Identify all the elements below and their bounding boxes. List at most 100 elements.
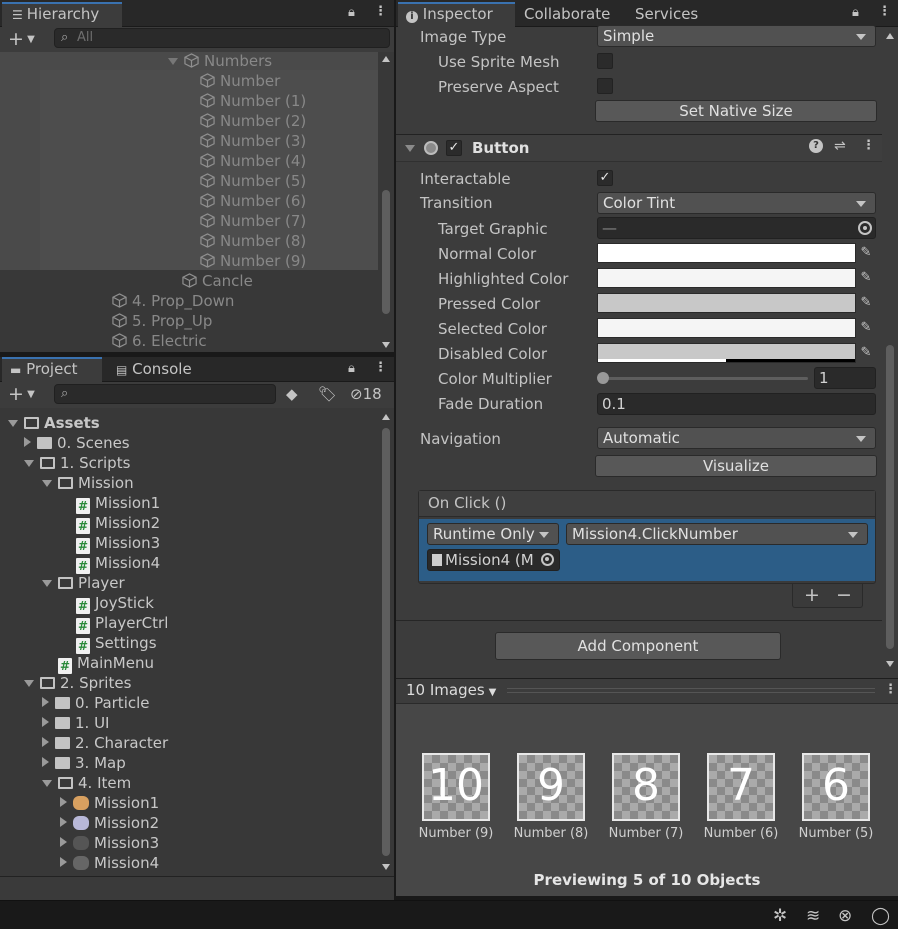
project-search-input[interactable] (54, 384, 276, 404)
eyedropper-icon[interactable]: ✎ (856, 268, 876, 288)
tab-collaborate[interactable]: Collaborate (516, 2, 618, 27)
folder-item[interactable]: 3. Map (42, 753, 126, 773)
expand-arrow-icon[interactable] (8, 420, 18, 427)
preview-thumbnail[interactable]: 9 (517, 753, 585, 821)
script-asset[interactable]: # JoyStick (76, 593, 154, 614)
preview-thumbnail[interactable]: 10 (422, 753, 490, 821)
selected-color-field[interactable] (597, 318, 856, 338)
collapsed-arrow-icon[interactable] (60, 797, 67, 807)
sprite-asset[interactable]: Mission2 (60, 813, 159, 833)
button-enabled-checkbox[interactable]: ✓ (446, 140, 462, 156)
folder-item[interactable]: 1. Scripts (24, 453, 130, 473)
transition-dropdown[interactable]: Color Tint (597, 192, 876, 214)
add-create-button[interactable]: + ▼ (8, 28, 35, 50)
collapsed-arrow-icon[interactable] (42, 737, 49, 747)
scroll-down-arrow-icon[interactable] (382, 864, 390, 870)
scroll-down-arrow-icon[interactable] (886, 661, 894, 667)
hierarchy-item[interactable]: Number (7) (200, 211, 306, 231)
use-sprite-mesh-checkbox[interactable] (597, 53, 613, 69)
disabled-color-field[interactable] (597, 343, 856, 363)
scroll-up-arrow-icon[interactable] (382, 56, 390, 62)
hierarchy-item[interactable]: Number (6) (200, 191, 306, 211)
hierarchy-item[interactable]: Number (4) (200, 151, 306, 171)
expand-arrow-icon[interactable] (168, 58, 178, 65)
project-scrollbar[interactable] (378, 408, 394, 876)
lock-icon[interactable]: 🔒︎ (348, 5, 355, 20)
folder-item[interactable]: Mission (42, 473, 134, 493)
scroll-down-arrow-icon[interactable] (382, 342, 390, 348)
filter-by-label-icon[interactable]: 🏷︎ (318, 385, 337, 403)
preserve-aspect-checkbox[interactable] (597, 78, 613, 94)
collapsed-arrow-icon[interactable] (60, 817, 67, 827)
preview-thumbnail[interactable]: 6 (802, 753, 870, 821)
folder-item[interactable]: 1. UI (42, 713, 109, 733)
script-asset[interactable]: # PlayerCtrl (76, 613, 168, 634)
folder-item[interactable]: 2. Sprites (24, 673, 131, 693)
collapsed-arrow-icon[interactable] (42, 697, 49, 707)
folder-item[interactable]: 0. Particle (42, 693, 150, 713)
hierarchy-item[interactable]: 5. Prop_Up (112, 311, 212, 331)
filter-by-type-icon[interactable]: ◆ (286, 385, 298, 403)
script-asset[interactable]: # Mission2 (76, 513, 160, 534)
scroll-up-arrow-icon[interactable] (886, 33, 894, 39)
inspector-scrollbar[interactable] (882, 27, 898, 678)
collapsed-arrow-icon[interactable] (24, 437, 31, 447)
inspector-scroll-thumb[interactable] (886, 345, 894, 649)
tab-console[interactable]: ▤ Console (108, 357, 218, 382)
hierarchy-item[interactable]: Cancle (182, 271, 253, 291)
eyedropper-icon[interactable]: ✎ (856, 293, 876, 313)
normal-color-field[interactable] (597, 243, 856, 263)
color-multiplier-slider-track[interactable] (600, 377, 808, 380)
folder-item[interactable]: 4. Item (42, 773, 131, 793)
collapsed-arrow-icon[interactable] (60, 857, 67, 867)
component-menu-icon[interactable]: ⋮ (862, 138, 875, 153)
hierarchy-search-input[interactable]: All (54, 28, 390, 48)
project-scroll-thumb[interactable] (382, 428, 390, 856)
preview-thumbnail[interactable]: 8 (612, 753, 680, 821)
more-menu-icon[interactable]: ⋮ (374, 4, 387, 19)
hierarchy-item[interactable]: Number (9) (200, 251, 306, 271)
network-icon[interactable]: ⊗ (838, 906, 852, 926)
add-asset-button[interactable]: + ▼ (8, 383, 35, 405)
fade-duration-field[interactable]: 0.1 (597, 393, 876, 415)
collapsed-arrow-icon[interactable] (60, 837, 67, 847)
sprite-asset[interactable]: Mission4 (60, 853, 159, 873)
lock-icon[interactable]: 🔒︎ (348, 361, 355, 376)
tab-inspector[interactable]: i Inspector (398, 2, 515, 27)
hierarchy-item[interactable]: Number (2) (200, 111, 306, 131)
hierarchy-item[interactable]: Numbers (168, 51, 272, 71)
preview-resize-handle[interactable] (507, 688, 875, 693)
color-multiplier-field[interactable]: 1 (814, 367, 876, 389)
method-dropdown[interactable]: Mission4.ClickNumber (566, 523, 868, 545)
tab-services[interactable]: Services (627, 2, 706, 27)
sprite-asset[interactable]: Mission1 (60, 793, 159, 813)
target-graphic-field[interactable]: — (597, 217, 876, 239)
folder-item[interactable]: 0. Scenes (24, 433, 130, 453)
expand-arrow-icon[interactable] (24, 680, 34, 687)
bug-icon[interactable]: ✲ (773, 906, 787, 926)
foldout-arrow-icon[interactable] (405, 145, 415, 152)
tab-hierarchy[interactable]: ☰ Hierarchy (2, 2, 122, 27)
lock-icon[interactable]: 🔒︎ (852, 5, 859, 20)
navigation-dropdown[interactable]: Automatic (597, 427, 876, 449)
hierarchy-scroll-thumb[interactable] (382, 190, 390, 314)
more-menu-icon[interactable]: ⋮ (878, 4, 891, 19)
add-listener-button[interactable]: + (804, 584, 820, 606)
object-picker-icon[interactable] (858, 221, 872, 235)
check-circle-icon[interactable]: ◯ (871, 906, 890, 926)
help-icon[interactable]: ? (809, 139, 823, 153)
script-asset[interactable]: # Mission3 (76, 533, 160, 554)
hierarchy-item[interactable]: Number (5) (200, 171, 306, 191)
script-asset[interactable]: # MainMenu (58, 653, 154, 674)
scroll-up-arrow-icon[interactable] (382, 414, 390, 420)
add-component-button[interactable]: Add Component (495, 632, 781, 660)
preview-thumbnail[interactable]: 7 (707, 753, 775, 821)
database-icon[interactable]: ≋ (806, 906, 820, 926)
folder-item[interactable]: 2. Character (42, 733, 168, 753)
set-native-size-button[interactable]: Set Native Size (595, 100, 877, 122)
image-type-dropdown[interactable]: Simple (597, 25, 876, 47)
remove-listener-button[interactable]: − (836, 584, 852, 606)
expand-arrow-icon[interactable] (42, 780, 52, 787)
runtime-mode-dropdown[interactable]: Runtime Only (427, 523, 559, 545)
tab-project[interactable]: ▬ Project (2, 357, 102, 382)
